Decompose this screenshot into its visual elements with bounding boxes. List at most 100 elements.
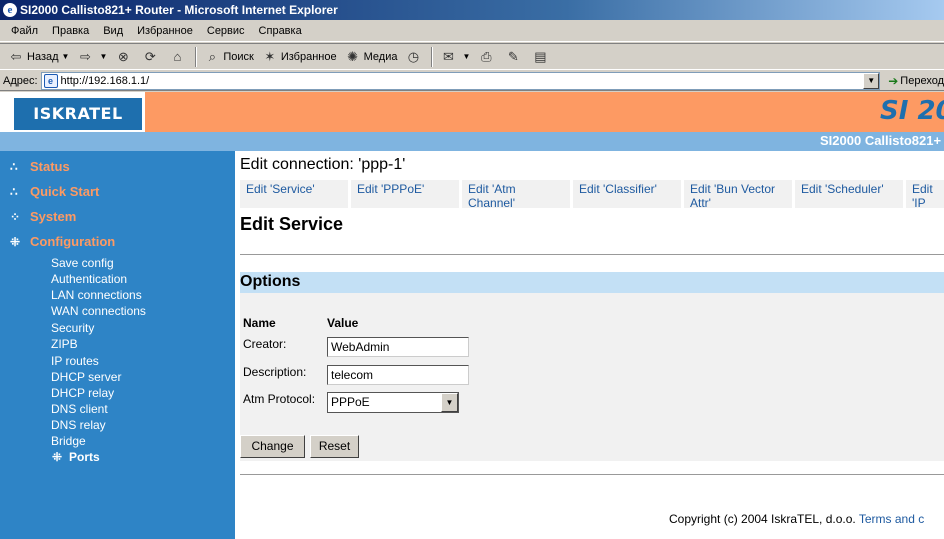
media-icon: ✺ bbox=[347, 48, 359, 64]
address-input[interactable]: e http://192.168.1.1/ ▼ bbox=[40, 71, 881, 90]
favorites-button[interactable]: ✶ Избранное bbox=[258, 46, 341, 68]
home-icon: ⌂ bbox=[173, 48, 182, 64]
main-content: Edit connection: 'ppp-1' Edit 'Service' … bbox=[235, 151, 944, 539]
sidebar-item-zipb[interactable]: ZIPB bbox=[51, 337, 78, 351]
edit-icon: ✎ bbox=[507, 48, 519, 64]
refresh-icon: ⟳ bbox=[144, 48, 156, 64]
print-button[interactable]: ⎙ bbox=[474, 46, 501, 68]
reset-button[interactable]: Reset bbox=[310, 435, 359, 458]
mail-button[interactable]: ✉ ▼ bbox=[436, 46, 474, 68]
tab-edit-service[interactable]: Edit 'Service' bbox=[240, 180, 348, 208]
sidebar-item-authentication[interactable]: Authentication bbox=[51, 272, 127, 286]
divider bbox=[240, 254, 944, 255]
back-arrow-icon: ⇦ bbox=[10, 48, 22, 64]
search-icon: ⌕ bbox=[208, 48, 217, 64]
media-button[interactable]: ✺ Медиа bbox=[341, 46, 402, 68]
creator-label: Creator: bbox=[243, 337, 287, 351]
logo-text-right: TEL bbox=[89, 104, 123, 123]
atm-protocol-value: PPPoE bbox=[331, 395, 370, 409]
page-viewport: ISKRATEL SI 2000 SI2000 Callisto821+ ∴ S… bbox=[0, 92, 944, 539]
description-field[interactable]: telecom bbox=[327, 365, 469, 385]
sidebar-item-status[interactable]: ∴ Status bbox=[10, 159, 70, 174]
divider bbox=[240, 474, 944, 475]
edit-button[interactable]: ✎ bbox=[501, 46, 528, 68]
history-button[interactable]: ◷ bbox=[401, 46, 428, 68]
back-label: Назад bbox=[27, 50, 59, 63]
copyright-text: Copyright (c) 2004 IskraTEL, d.o.o. bbox=[669, 512, 859, 526]
options-header: Options bbox=[240, 272, 944, 293]
page-icon: e bbox=[43, 73, 58, 88]
toolbar-separator bbox=[195, 46, 198, 67]
ie-icon: e bbox=[3, 3, 17, 17]
atm-protocol-select[interactable]: PPPoE ▼ bbox=[327, 392, 459, 413]
back-button[interactable]: ⇦ Назад ▼ bbox=[4, 46, 73, 68]
sidebar-item-bridge[interactable]: Bridge bbox=[51, 434, 86, 448]
menu-tools[interactable]: Сервис bbox=[200, 25, 252, 37]
go-arrow-icon: ➔ bbox=[888, 73, 899, 88]
nav-dots-icon: ⁘ bbox=[10, 209, 21, 224]
column-header-value: Value bbox=[327, 316, 359, 330]
tab-edit-pppoe[interactable]: Edit 'PPPoE' bbox=[351, 180, 459, 208]
menu-favorites[interactable]: Избранное bbox=[130, 25, 200, 37]
window-title: SI2000 Callisto821+ Router - Microsoft I… bbox=[20, 3, 338, 17]
sidebar-item-security[interactable]: Security bbox=[51, 321, 94, 335]
chevron-down-icon: ▼ bbox=[61, 52, 70, 61]
home-button[interactable]: ⌂ bbox=[165, 46, 192, 68]
favorites-label: Избранное bbox=[280, 50, 337, 63]
creator-field[interactable]: WebAdmin bbox=[327, 337, 469, 357]
search-button[interactable]: ⌕ Поиск bbox=[200, 46, 257, 68]
stop-icon: ⊗ bbox=[117, 48, 129, 64]
sidebar-item-system[interactable]: ⁘ System bbox=[10, 209, 76, 224]
toolbar-separator bbox=[431, 46, 434, 67]
printer-icon: ⎙ bbox=[481, 48, 492, 64]
sidebar-item-wan-connections[interactable]: WAN connections bbox=[51, 304, 146, 318]
sidebar-item-dns-client[interactable]: DNS client bbox=[51, 402, 108, 416]
mail-icon: ✉ bbox=[443, 48, 454, 64]
menu-view[interactable]: Вид bbox=[96, 25, 130, 37]
chevron-down-icon[interactable]: ▼ bbox=[863, 72, 880, 89]
media-label: Медиа bbox=[363, 50, 398, 63]
terms-link[interactable]: Terms and c bbox=[859, 512, 924, 526]
forward-arrow-icon: ⇨ bbox=[80, 48, 91, 64]
sidebar-item-lan-connections[interactable]: LAN connections bbox=[51, 288, 142, 302]
sidebar-item-ip-routes[interactable]: IP routes bbox=[51, 354, 99, 368]
menu-edit[interactable]: Правка bbox=[45, 25, 96, 37]
tab-edit-ip[interactable]: Edit 'IP bbox=[906, 180, 944, 208]
sidebar-item-configuration[interactable]: ⁜ Configuration bbox=[10, 234, 115, 249]
nav-dots-icon: ⁜ bbox=[10, 234, 21, 249]
sidebar-item-ports[interactable]: ⁜ Ports bbox=[52, 450, 100, 464]
sidebar-item-label: System bbox=[30, 209, 77, 224]
iskratel-logo: ISKRATEL bbox=[14, 98, 142, 130]
menu-help[interactable]: Справка bbox=[252, 25, 309, 37]
sidebar-item-label: Ports bbox=[69, 450, 100, 464]
browser-toolbar: ⇦ Назад ▼ ⇨ ▼ ⊗ ⟳ ⌂ ⌕ Поиск ✶ Избранное … bbox=[0, 43, 944, 70]
address-label: Адрес: bbox=[3, 74, 38, 87]
brand-title: SI 2000 bbox=[880, 96, 944, 126]
menu-bar: Файл Правка Вид Избранное Сервис Справка bbox=[0, 20, 944, 42]
sidebar-item-dns-relay[interactable]: DNS relay bbox=[51, 418, 106, 432]
tab-edit-atm-channel[interactable]: Edit 'Atm Channel' bbox=[462, 180, 570, 208]
change-button[interactable]: Change bbox=[240, 435, 305, 458]
refresh-button[interactable]: ⟳ bbox=[138, 46, 165, 68]
menu-file[interactable]: Файл bbox=[4, 25, 45, 37]
page-title: Edit connection: 'ppp-1' bbox=[240, 156, 406, 173]
stop-button[interactable]: ⊗ bbox=[111, 46, 138, 68]
sidebar-item-dhcp-relay[interactable]: DHCP relay bbox=[51, 386, 114, 400]
sidebar-item-save-config[interactable]: Save config bbox=[51, 256, 114, 270]
go-label: Переход bbox=[900, 74, 944, 87]
sidebar-item-label: Configuration bbox=[30, 234, 116, 249]
sidebar-item-quick-start[interactable]: ∴ Quick Start bbox=[10, 184, 99, 199]
tab-edit-classifier[interactable]: Edit 'Classifier' bbox=[573, 180, 681, 208]
sidebar-item-dhcp-server[interactable]: DHCP server bbox=[51, 370, 121, 384]
chevron-down-icon: ▼ bbox=[441, 393, 458, 412]
tab-edit-bun-vector-attr[interactable]: Edit 'Bun Vector Attr' bbox=[684, 180, 792, 208]
address-bar: Адрес: e http://192.168.1.1/ ▼ ➔ Переход bbox=[0, 71, 944, 91]
go-button[interactable]: ➔ Переход bbox=[888, 74, 944, 88]
nav-dots-icon: ∴ bbox=[10, 159, 18, 174]
discuss-button[interactable]: ▤ bbox=[528, 46, 555, 68]
search-label: Поиск bbox=[223, 50, 254, 63]
document-icon: ▤ bbox=[534, 48, 547, 64]
forward-button[interactable]: ⇨ ▼ bbox=[73, 46, 111, 68]
tab-edit-scheduler[interactable]: Edit 'Scheduler' bbox=[795, 180, 903, 208]
atm-protocol-label: Atm Protocol: bbox=[243, 392, 316, 406]
